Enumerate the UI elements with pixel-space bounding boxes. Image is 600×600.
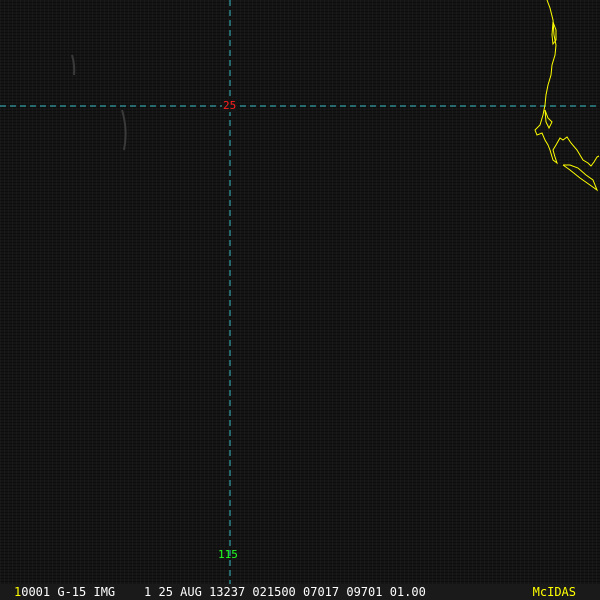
cloud-wisps	[71, 54, 127, 151]
map-overlay	[0, 0, 600, 584]
status-bar: 10001 G-15 IMG 1 25 AUG 13237 021500 070…	[0, 584, 600, 600]
mcidas-logo: McIDAS	[532, 585, 576, 599]
satellite-image-display[interactable]: 25 115 10001 G-15 IMG 1 25 AUG 13237 021…	[0, 0, 600, 600]
coastline	[534, 0, 600, 192]
image-info: 0001 G-15 IMG 1 25 AUG 13237 021500 0701…	[21, 585, 426, 599]
latitude-label: 25	[222, 99, 238, 112]
longitude-label: 115	[218, 548, 238, 561]
